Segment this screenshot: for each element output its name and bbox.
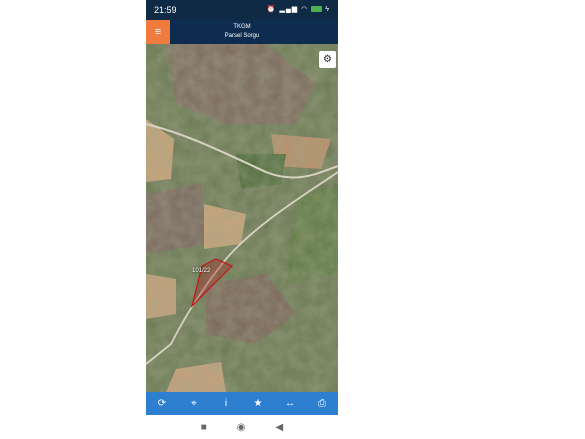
android-nav-bar: ■ ◉ ◀ <box>146 415 338 439</box>
locate-icon: ⌖ <box>191 398 197 409</box>
info-button[interactable]: i <box>216 394 236 414</box>
refresh-icon: ⟳ <box>157 398 167 409</box>
print-icon: ⎙ <box>318 398 326 409</box>
parcel-label: 101/22 <box>192 268 211 274</box>
star-icon: ★ <box>253 398 263 409</box>
status-icons: ⏰ ▂▄▆ ◠ ϟ <box>266 5 330 14</box>
refresh-button[interactable]: ⟳ <box>152 394 172 414</box>
satellite-map[interactable]: 101/22 ⚙ <box>146 44 338 392</box>
recents-icon[interactable]: ■ <box>201 422 207 433</box>
home-icon[interactable]: ◉ <box>237 422 246 433</box>
favorite-button[interactable]: ★ <box>248 394 268 414</box>
measure-icon: ↔ <box>285 398 295 409</box>
map-settings-button[interactable]: ⚙ <box>319 51 336 68</box>
back-icon[interactable]: ◀ <box>276 422 284 433</box>
print-button[interactable]: ⎙ <box>312 394 332 414</box>
alarm-icon: ⏰ <box>266 6 277 13</box>
charging-icon: ϟ <box>325 5 330 13</box>
locate-button[interactable]: ⌖ <box>184 394 204 414</box>
measure-button[interactable]: ↔ <box>280 394 300 414</box>
map-imagery <box>146 44 338 392</box>
app-title: TKGM <box>233 24 251 30</box>
wifi-icon: ◠ <box>301 6 309 13</box>
phone-screen: 21:59 ⏰ ▂▄▆ ◠ ϟ ≡ TKGM Parsel Sorgu 101/… <box>146 0 338 439</box>
bottom-toolbar: ⟳ ⌖ i ★ ↔ ⎙ <box>146 392 338 415</box>
battery-icon <box>311 6 323 12</box>
app-subtitle: Parsel Sorgu <box>224 33 260 39</box>
status-time: 21:59 <box>154 5 177 15</box>
gear-icon: ⚙ <box>323 54 332 65</box>
signal-icon: ▂▄▆ <box>279 6 299 13</box>
info-icon: i <box>224 398 228 409</box>
status-bar: 21:59 ⏰ ▂▄▆ ◠ ϟ <box>146 0 338 20</box>
app-bar: ≡ TKGM Parsel Sorgu <box>146 20 338 44</box>
